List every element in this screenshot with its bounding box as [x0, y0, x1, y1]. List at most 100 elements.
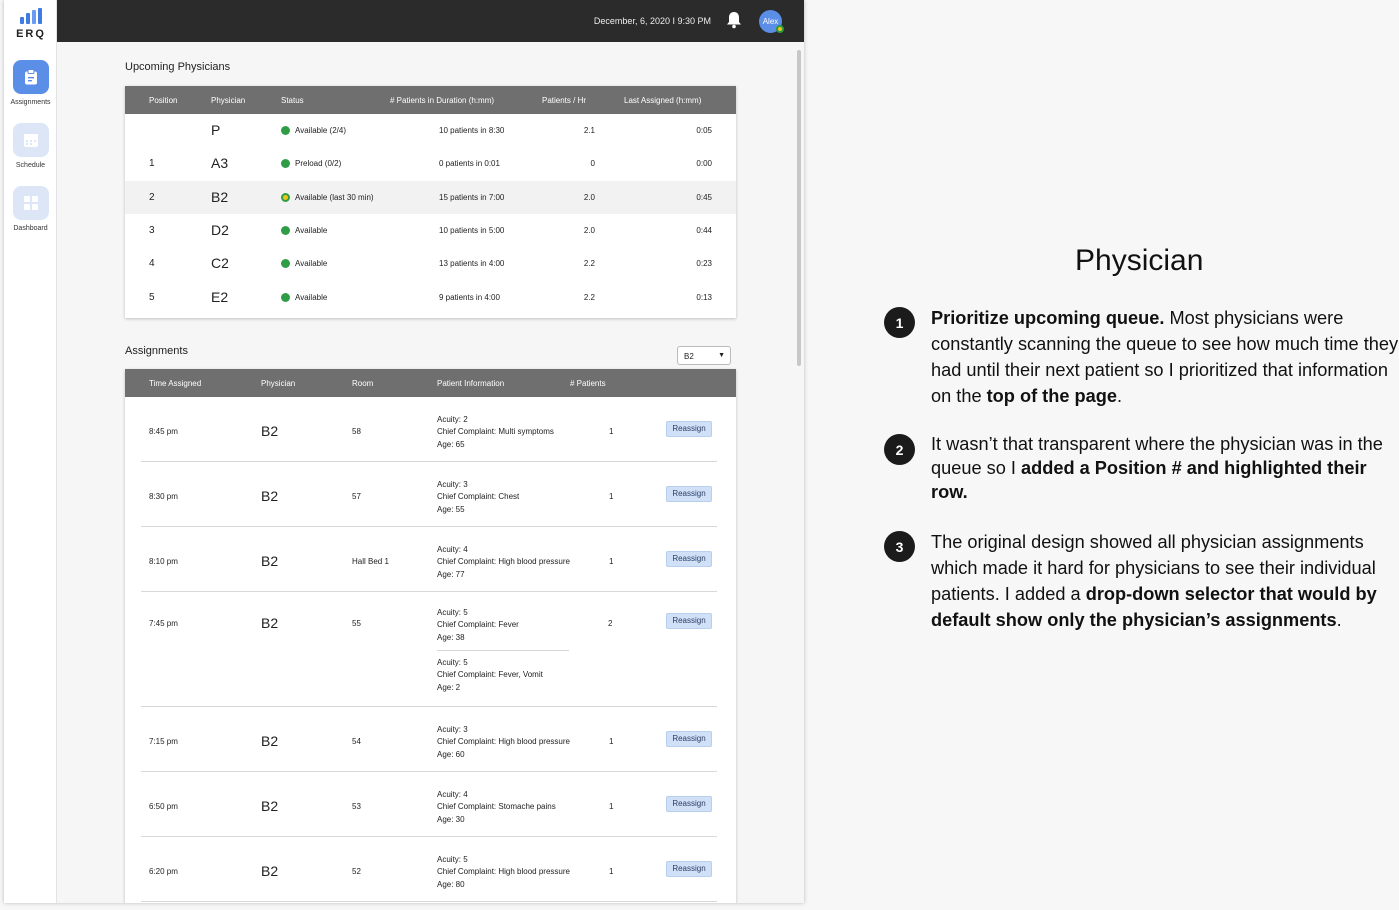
acuity: Acuity: 5: [437, 608, 468, 617]
assignment-row[interactable]: 8:30 pm B2 57 Acuity: 3 Chief Complaint: Che…: [141, 462, 717, 527]
duration-text: 9 patients in 4:00: [439, 293, 500, 302]
status-dot-icon: [281, 226, 290, 235]
chief-complaint: Chief Complaint: High blood pressure: [437, 737, 570, 747]
patient-info: Acuity: 3 Chief Complaint: High blood pre…: [437, 724, 570, 761]
upcoming-row[interactable]: 1 A3 Preload (0/2) 0 patients in 0:01 0 0:00: [125, 147, 736, 180]
note-segment: .: [1116, 386, 1123, 406]
status-text: Available (last 30 min): [295, 193, 374, 202]
top-bar: December, 6, 2020 I 9:30 PM Alex: [57, 0, 804, 42]
upcoming-row[interactable]: 4 C2 Available 13 patients in 4:00 2.2 0:23: [125, 247, 736, 280]
reassign-button[interactable]: Reassign: [666, 731, 712, 747]
scrollbar[interactable]: [797, 50, 801, 366]
logo-text: ERQ: [16, 28, 46, 40]
time-assigned: 8:30 pm: [149, 492, 178, 501]
upcoming-row[interactable]: 3 D2 Available 10 patients in 5:00 2.0 0:44: [125, 214, 736, 247]
sidebar-item-dashboard[interactable]: Dashboard: [4, 186, 57, 232]
position-number: 4: [149, 258, 155, 269]
bell-icon[interactable]: [726, 11, 742, 34]
age: Age: 60: [437, 749, 465, 759]
col-status: Status: [281, 96, 304, 105]
assignment-row[interactable]: 7:15 pm B2 54 Acuity: 3 Chief Complaint: Hig…: [141, 707, 717, 772]
physician-filter-dropdown[interactable]: B2 ▼: [677, 346, 731, 365]
assignment-row[interactable]: 6:20 pm B2 52 Acuity: 5 Chief Complaint: Hig…: [141, 837, 717, 902]
reassign-button[interactable]: Reassign: [666, 861, 712, 877]
room: 55: [352, 619, 361, 628]
acuity: Acuity: 2: [437, 415, 468, 424]
chief-complaint: Chief Complaint: Stomache pains: [437, 802, 556, 812]
col-physician: Physician: [211, 96, 246, 105]
age: Age: 38: [437, 632, 465, 642]
patient-count: 1: [609, 737, 614, 746]
patients-per-hr: 2.0: [583, 226, 595, 235]
chief-complaint: Chief Complaint: Chest: [437, 492, 520, 502]
last-assigned: 0:05: [696, 126, 712, 135]
patients-per-hr: 0: [590, 159, 595, 168]
room: Hall Bed 1: [352, 557, 389, 566]
divider: [437, 650, 569, 651]
reassign-button[interactable]: Reassign: [666, 613, 712, 629]
age: Age: 30: [437, 814, 465, 824]
assignment-row[interactable]: 7:45 pm B2 55 Acuity: 5 Chief Complaint: Fev…: [141, 592, 717, 707]
upcoming-title: Upcoming Physicians: [125, 61, 231, 73]
patient-count: 1: [609, 492, 614, 501]
duration-text: 0 patients in 0:01: [439, 159, 500, 168]
assignment-row[interactable]: 8:45 pm B2 58 Acuity: 2 Chief Complaint: Mul…: [141, 397, 717, 462]
physician-code: E2: [211, 289, 229, 305]
reassign-button[interactable]: Reassign: [666, 421, 712, 437]
physician-code: B2: [211, 189, 229, 205]
upcoming-row[interactable]: 2 B2 Available (last 30 min) 15 patients in…: [125, 181, 736, 214]
upcoming-row[interactable]: P Available (2/4) 10 patients in 8:30 2.1 0:…: [125, 114, 736, 147]
room: 54: [352, 737, 361, 746]
note-emphasis: Prioritize upcoming queue.: [931, 308, 1165, 328]
sidebar-item-assignments[interactable]: Assignments: [4, 60, 57, 106]
upcoming-row[interactable]: 5 E2 Available 9 patients in 4:00 2.2 0:13: [125, 281, 736, 314]
note-number-badge: 3: [884, 531, 915, 562]
chief-complaint: Chief Complaint: Multi symptoms: [437, 427, 554, 437]
sidebar: ERQ Assignments Schedule Dashboard: [4, 0, 57, 903]
status-dot-icon: [281, 293, 290, 302]
status-text: Available: [295, 293, 328, 302]
sidebar-item-label: Dashboard: [13, 225, 48, 232]
duration-text: 13 patients in 4:00: [439, 259, 505, 268]
physician-code: B2: [261, 423, 279, 439]
last-assigned: 0:44: [696, 226, 712, 235]
note-number-badge: 1: [884, 307, 915, 338]
position-number: 1: [149, 158, 155, 169]
assignment-row[interactable]: 6:50 pm B2 53 Acuity: 4 Chief Complaint: Sto…: [141, 772, 717, 837]
patient-info: Acuity: 5 Chief Complaint: Fever Age: 38: [437, 607, 519, 644]
status-text: Available: [295, 259, 328, 268]
position-number: 3: [149, 225, 155, 236]
patient-count: 1: [609, 802, 614, 811]
patient-info: Acuity: 5 Chief Complaint: Fever, Vomit Ag…: [437, 657, 543, 694]
last-assigned: 0:45: [696, 193, 712, 202]
age: Age: 65: [437, 439, 465, 449]
assignment-row[interactable]: 8:10 pm B2 Hall Bed 1 Acuity: 4 Chief Compla…: [141, 527, 717, 592]
col-room: Room: [352, 379, 374, 388]
note-emphasis: top of the page: [986, 386, 1117, 406]
reassign-button[interactable]: Reassign: [666, 551, 712, 567]
col-per-hr: Patients / Hr: [542, 96, 587, 105]
physician-code: B2: [261, 615, 279, 631]
app-window: ERQ Assignments Schedule Dashboard Decem…: [4, 0, 804, 903]
reassign-button[interactable]: Reassign: [666, 796, 712, 812]
chief-complaint: Chief Complaint: Fever: [437, 620, 519, 630]
patient-info: Acuity: 3 Chief Complaint: Chest Age: 55: [437, 479, 519, 516]
room: 58: [352, 427, 361, 436]
physician-code: A3: [211, 155, 229, 171]
status-text: Available (2/4): [295, 126, 346, 135]
sidebar-item-label: Assignments: [10, 99, 51, 106]
caret-down-icon: ▼: [718, 352, 725, 359]
status-text: Available: [295, 226, 328, 235]
patient-count: 1: [609, 867, 614, 876]
assignments-table-header: Time Assigned Physician Room Patient Inf…: [125, 369, 736, 397]
reassign-button[interactable]: Reassign: [666, 486, 712, 502]
sidebar-item-schedule[interactable]: Schedule: [4, 123, 57, 169]
acuity: Acuity: 4: [437, 545, 468, 554]
avatar[interactable]: Alex: [759, 10, 784, 33]
acuity: Acuity: 5: [437, 855, 468, 864]
patient-info: Acuity: 4 Chief Complaint: High blood pre…: [437, 544, 570, 581]
physician-code: C2: [211, 255, 229, 271]
position-number: 2: [149, 192, 155, 203]
age: Age: 55: [437, 504, 465, 514]
patients-per-hr: 2.2: [583, 259, 595, 268]
